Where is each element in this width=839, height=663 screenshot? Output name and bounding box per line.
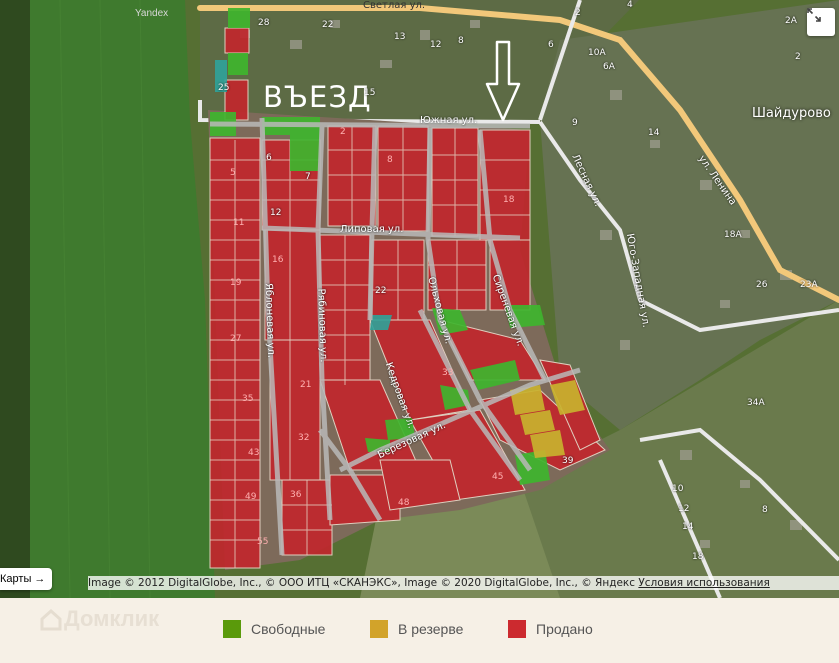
house-number: 10А (588, 48, 606, 58)
house-number: 23А (800, 280, 818, 290)
plot-number: 39 (562, 456, 574, 466)
plot-number: 5 (230, 168, 236, 178)
plot-number: 21 (300, 380, 312, 390)
plot-number: 45 (492, 472, 504, 482)
house-number: 8 (762, 505, 768, 515)
satellite-map[interactable]: Yandex ВЪЕЗД Шайдурово Светлая ул. Южная… (0, 0, 839, 598)
map-imagery (0, 0, 839, 598)
locality-label: Шайдурово (752, 106, 831, 121)
plot-number: 32 (298, 433, 310, 443)
street-label-yuzhnaya: Южная ул. (420, 115, 478, 126)
house-number: 34А (747, 398, 765, 408)
copyright-text: Image © 2012 DigitalGlobe, Inc., © ООО И… (88, 577, 639, 589)
street-label-svetlaya: Светлая ул. (363, 0, 426, 11)
house-number: 18А (724, 230, 742, 240)
legend-label-reserved: В резерве (398, 621, 464, 637)
legend-swatch-reserved (370, 620, 388, 638)
plot-number: 49 (245, 492, 257, 502)
terms-link[interactable]: Условия использования (638, 577, 769, 589)
plot-number: 36 (290, 490, 302, 500)
copyright-bar: Image © 2012 DigitalGlobe, Inc., © ООО И… (88, 576, 839, 590)
brand-logo: Домклик (64, 606, 160, 631)
house-number: 8 (458, 36, 464, 46)
legend-swatch-sold (508, 620, 526, 638)
house-number: 28 (258, 18, 270, 28)
house-number: 14 (682, 522, 694, 532)
plot-number: 8 (387, 155, 393, 165)
domclick-logo-icon (40, 609, 62, 631)
plot-number: 7 (305, 172, 311, 182)
expand-icon (807, 8, 821, 22)
house-number: 14 (648, 128, 660, 138)
plot-number: 33 (442, 368, 454, 378)
entry-label: ВЪЕЗД (263, 80, 372, 114)
house-number: 6 (548, 40, 554, 50)
street-label-lipovaya: Липовая ул. (340, 224, 404, 235)
plot-number: 11 (233, 218, 245, 228)
plot-number: 25 (218, 83, 230, 93)
plot-number: 16 (272, 255, 284, 265)
plot-number: 19 (230, 278, 242, 288)
house-number: 13 (394, 32, 406, 42)
house-number: 2А (785, 16, 797, 26)
plot-number: 6 (266, 153, 272, 163)
house-number: 12 (430, 40, 442, 50)
house-number: 22 (322, 20, 334, 30)
plot-number: 55 (257, 537, 269, 547)
house-number: 26 (756, 280, 768, 290)
yandex-watermark: Yandex (135, 8, 169, 19)
plot-number: 35 (242, 394, 254, 404)
maps-button[interactable]: Карты → (0, 568, 52, 590)
plot-number: 27 (230, 334, 242, 344)
legend-label-sold: Продано (536, 621, 593, 637)
legend-swatch-free (223, 620, 241, 638)
plot-number: 12 (270, 208, 282, 218)
house-number: 18 (692, 552, 704, 562)
legend-label-free: Свободные (251, 621, 326, 637)
plot-number: 2 (340, 127, 346, 137)
plot-number: 48 (398, 498, 410, 508)
fullscreen-button[interactable] (807, 8, 835, 36)
house-number: 9 (572, 118, 578, 128)
house-number: 4 (627, 0, 633, 10)
plot-number: 18 (503, 195, 515, 205)
house-number: 15 (364, 88, 376, 98)
house-number: 6А (603, 62, 615, 72)
house-number: 2 (575, 8, 581, 18)
house-number: 12 (678, 504, 690, 514)
plot-number: 43 (248, 448, 260, 458)
house-number: 10 (672, 484, 684, 494)
plot-number: 22 (375, 286, 387, 296)
house-number: 2 (795, 52, 801, 62)
